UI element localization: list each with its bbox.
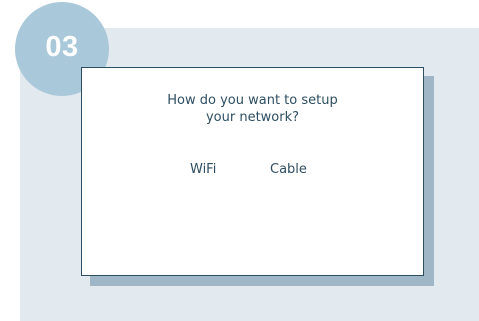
screen: 03 How do you want to setup your network… xyxy=(0,0,479,321)
question-line-2: your network? xyxy=(205,110,300,125)
question-line-1: How do you want to setup xyxy=(167,93,338,108)
network-setup-dialog: How do you want to setup your network? W… xyxy=(81,67,424,276)
step-number: 03 xyxy=(45,30,79,63)
wifi-option-button[interactable]: WiFi xyxy=(190,161,216,178)
cable-option-button[interactable]: Cable xyxy=(270,161,307,178)
dialog-question: How do you want to setup your network? xyxy=(82,92,423,126)
